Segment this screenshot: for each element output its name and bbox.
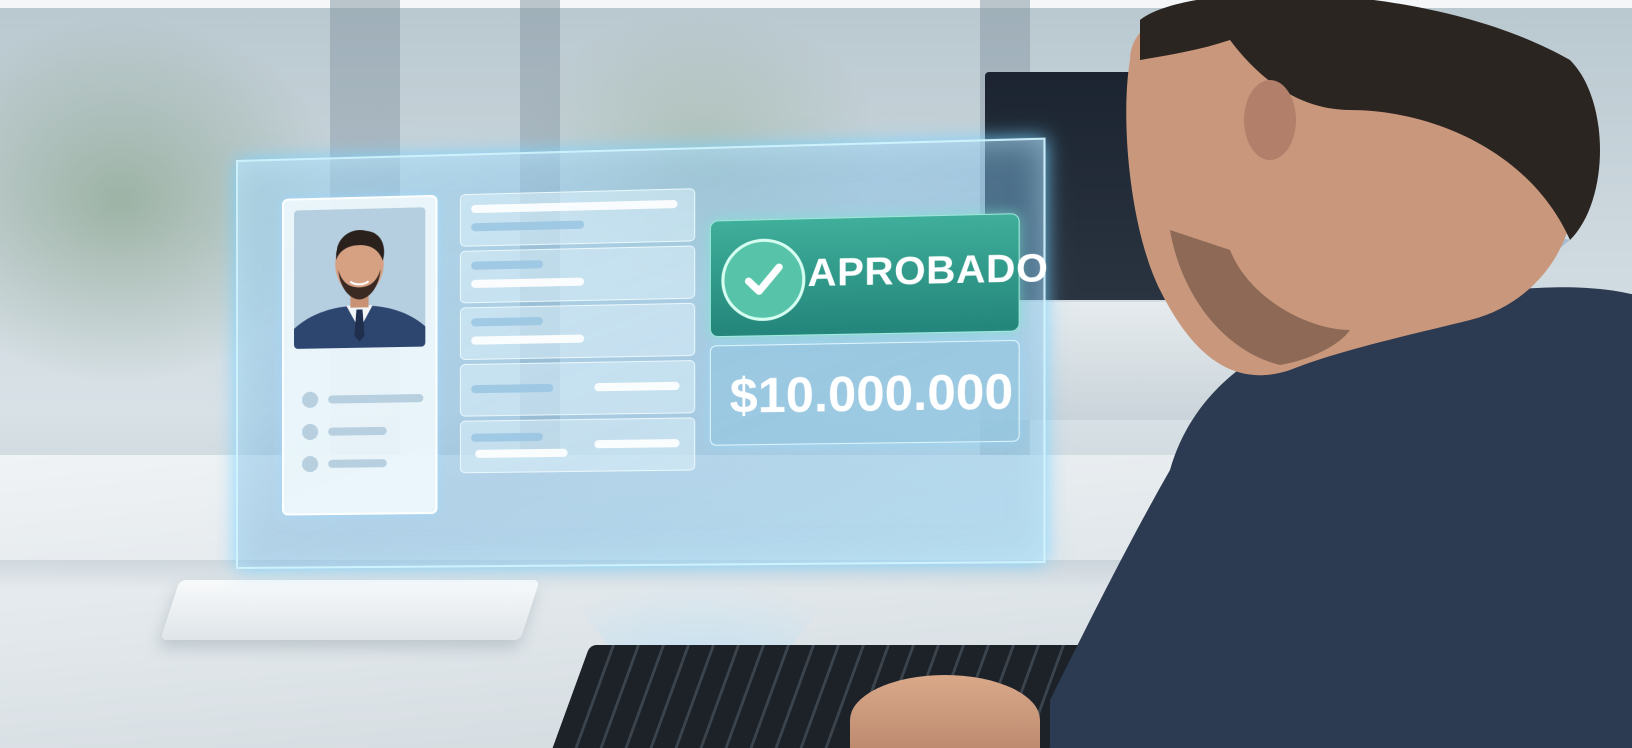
placeholder-line	[471, 317, 543, 326]
placeholder-line	[328, 459, 387, 468]
profile-detail-row	[302, 454, 423, 474]
avatar-photo	[294, 207, 425, 349]
form-field-row	[460, 188, 695, 247]
approval-status-panel: APROBADO	[710, 213, 1020, 337]
approval-status-label: APROBADO	[808, 247, 1049, 297]
bullet-icon	[302, 424, 318, 440]
placeholder-line	[471, 335, 584, 345]
placeholder-line	[471, 200, 677, 213]
placeholder-line	[471, 221, 584, 232]
placeholder-line	[594, 382, 679, 392]
man-in-suit	[1050, 0, 1632, 748]
check-icon	[721, 238, 805, 322]
hologram-screen: APROBADO $10.000.000	[236, 138, 1046, 569]
placeholder-line	[328, 394, 423, 404]
profile-detail-row	[302, 389, 423, 409]
placeholder-line	[471, 260, 543, 270]
approved-amount: $10.000.000	[730, 364, 1013, 425]
placeholder-line	[471, 433, 543, 442]
avatar	[294, 207, 425, 349]
placeholder-line	[475, 449, 567, 458]
form-field-row	[460, 360, 695, 417]
profile-detail-row	[302, 421, 423, 441]
approved-amount-panel: $10.000.000	[710, 340, 1020, 446]
placeholder-line	[328, 427, 387, 436]
form-field-row	[460, 245, 695, 303]
office-scene: APROBADO $10.000.000	[0, 0, 1632, 748]
projector-base	[160, 580, 539, 640]
profile-card	[282, 195, 438, 516]
form-field-row	[460, 417, 695, 473]
bullet-icon	[302, 392, 318, 408]
form-field-row	[460, 303, 695, 360]
placeholder-line	[471, 384, 553, 393]
bullet-icon	[302, 456, 318, 472]
placeholder-line	[471, 278, 584, 289]
placeholder-line	[594, 439, 679, 448]
